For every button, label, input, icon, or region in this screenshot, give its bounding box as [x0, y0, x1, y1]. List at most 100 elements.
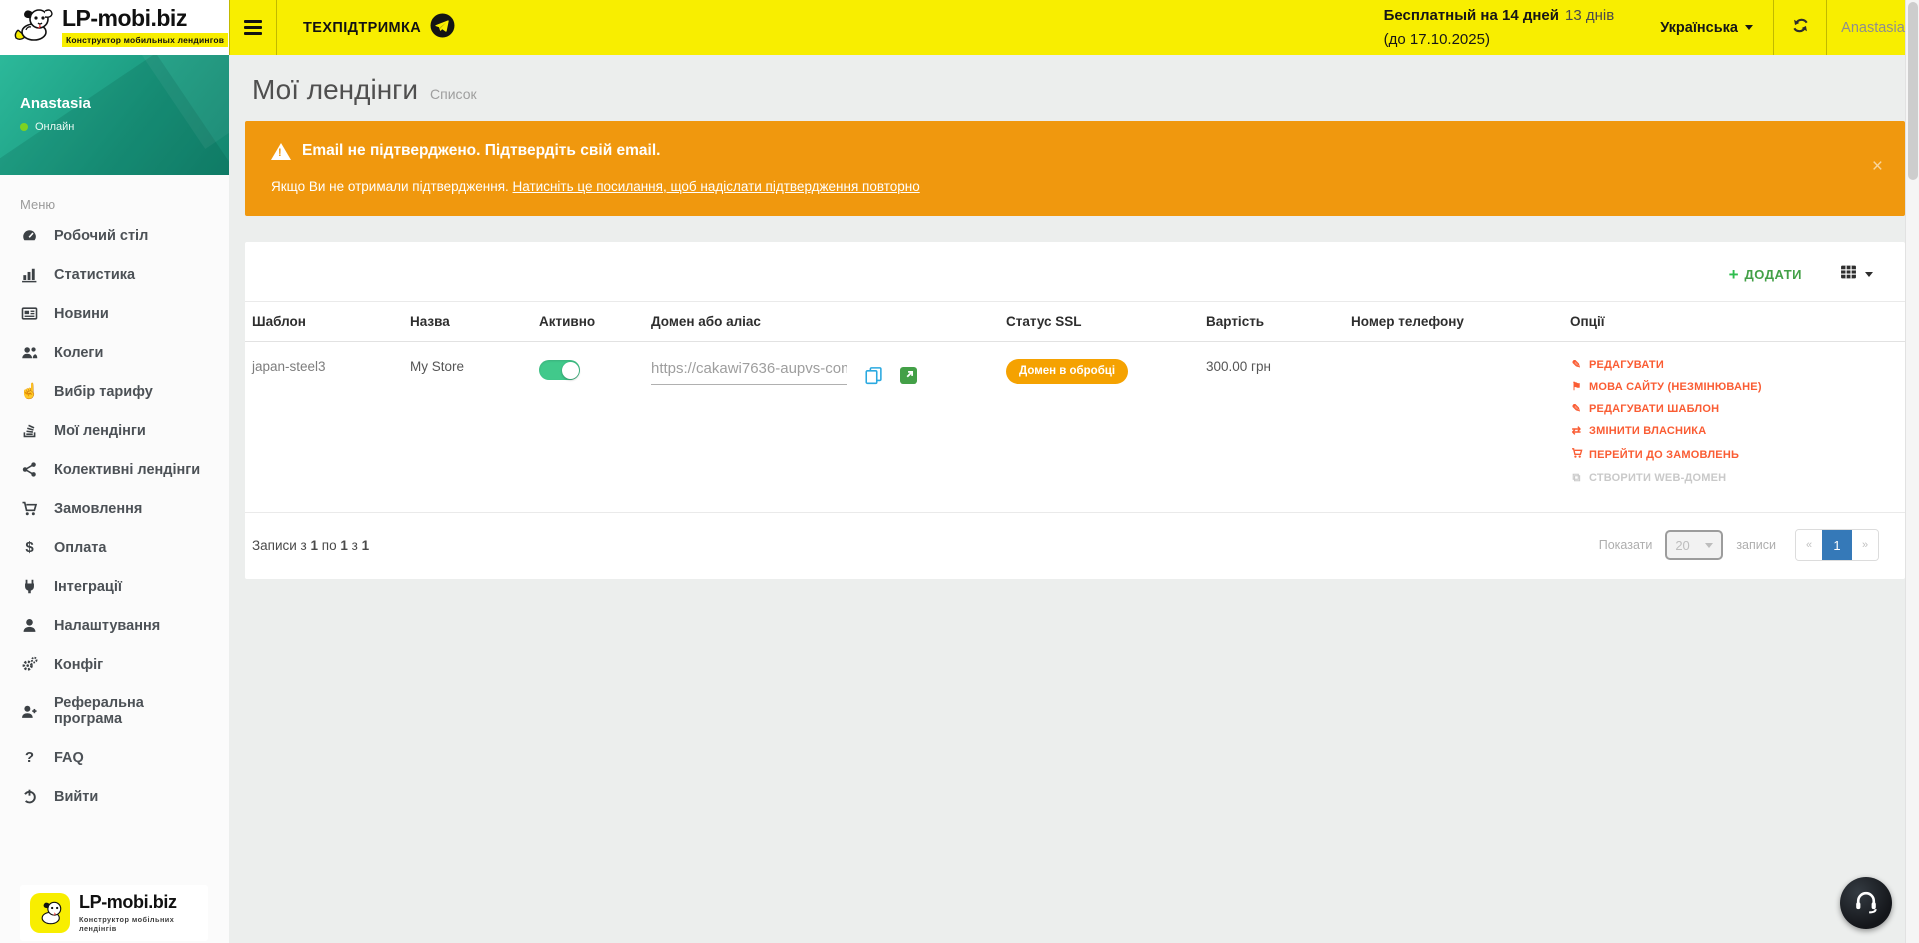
clone-icon: ⧉	[1570, 473, 1583, 484]
close-icon[interactable]: ×	[1872, 157, 1883, 176]
hand-pointer-icon: ☝	[20, 383, 39, 400]
trial-plan-name: Бесплатный на 14 дней	[1384, 7, 1559, 24]
footer-brand-tagline: Конструктор мобільних лендінгів	[79, 915, 198, 933]
external-link-icon[interactable]	[900, 367, 917, 384]
telegram-icon	[430, 13, 455, 42]
menu-section-label: Меню	[20, 197, 229, 212]
active-toggle[interactable]	[539, 360, 580, 380]
landings-table-card: + ДОДАТИ Шаблон Назва Активно Домен або …	[245, 242, 1905, 579]
column-header: Опції	[1570, 314, 1905, 329]
add-landing-button[interactable]: + ДОДАТИ	[1729, 266, 1802, 283]
table-header-row: Шаблон Назва Активно Домен або аліас Ста…	[245, 301, 1905, 342]
sidebar-toggle-button[interactable]	[230, 0, 276, 55]
refresh-icon	[1791, 16, 1810, 40]
column-header: Назва	[410, 314, 539, 329]
sidebar-item-settings[interactable]: Налаштування	[0, 606, 229, 645]
ssl-status-badge: Домен в обробці	[1006, 359, 1128, 384]
plug-icon	[20, 578, 39, 595]
warning-icon: !	[271, 143, 291, 160]
user-plus-icon	[20, 703, 39, 720]
online-status-dot	[20, 123, 28, 131]
support-chat-button[interactable]	[1840, 877, 1892, 929]
sidebar-item-label: Конфіг	[54, 657, 103, 673]
option-edit-template[interactable]: ✎ РЕДАГУВАТИ ШАБЛОН	[1570, 403, 1905, 415]
cart-icon	[1570, 447, 1583, 462]
option-edit[interactable]: ✎ РЕДАГУВАТИ	[1570, 359, 1905, 371]
users-icon	[20, 344, 39, 361]
user-icon	[20, 617, 39, 634]
sidebar-item-colleagues[interactable]: Колеги	[0, 333, 229, 372]
column-header: Шаблон	[252, 314, 410, 329]
option-change-owner[interactable]: ⇄ ЗМІНИТИ ВЛАСНИКА	[1570, 425, 1905, 437]
online-status-label: Онлайн	[35, 121, 74, 133]
domain-input[interactable]	[651, 359, 847, 385]
cell-name: My Store	[410, 359, 539, 374]
sidebar-item-payment[interactable]: $ Оплата	[0, 528, 229, 567]
page-size-select[interactable]: 20	[1665, 530, 1723, 560]
news-icon	[20, 305, 39, 322]
brand-logo[interactable]: LP-mobi.biz Конструктор мобильных лендин…	[0, 0, 229, 55]
sidebar-item-label: Інтеграції	[54, 579, 122, 595]
username-label: Anastasia	[1841, 20, 1905, 36]
exchange-icon: ⇄	[1570, 426, 1583, 437]
pagination: « 1 »	[1795, 529, 1879, 561]
chevron-down-icon	[1745, 25, 1753, 30]
sidebar-item-referral[interactable]: Реферальна програма	[0, 684, 229, 738]
sidebar-item-faq[interactable]: ? FAQ	[0, 738, 229, 777]
sidebar-item-statistics[interactable]: Статистика	[0, 255, 229, 294]
option-go-to-orders[interactable]: ПЕРЕЙТИ ДО ЗАМОВЛЕНЬ	[1570, 447, 1905, 462]
option-site-language[interactable]: ⚑ МОВА САЙТУ (НЕЗМІНЮВАНЕ)	[1570, 381, 1905, 393]
share-icon	[20, 461, 39, 478]
current-page-button[interactable]: 1	[1822, 530, 1852, 560]
next-page-button[interactable]: »	[1852, 530, 1878, 560]
prev-page-button[interactable]: «	[1796, 530, 1822, 560]
hamburger-icon	[244, 20, 262, 35]
tech-support-link[interactable]: ТЕХПІДТРИМКА	[277, 0, 481, 55]
refresh-button[interactable]	[1774, 0, 1826, 55]
sidebar-item-logout[interactable]: Вийти	[0, 777, 229, 816]
table-row: japan-steel3 My Store Домен в обробці	[245, 342, 1905, 513]
profile-name: Anastasia	[20, 95, 91, 112]
sidebar-item-integrations[interactable]: Інтеграції	[0, 567, 229, 606]
brand-tagline: Конструктор мобильных лендингов	[62, 33, 228, 47]
copy-icon[interactable]	[864, 366, 883, 385]
top-bar: LP-mobi.biz Конструктор мобильных лендин…	[0, 0, 1919, 55]
tech-support-label: ТЕХПІДТРИМКА	[303, 20, 421, 36]
gears-icon	[20, 656, 39, 673]
sidebar-item-my-landings[interactable]: Мої лендінги	[0, 411, 229, 450]
records-label: записи	[1736, 538, 1776, 552]
page-title: Мої лендінги	[252, 74, 418, 106]
sidebar-item-label: Статистика	[54, 267, 135, 283]
sidebar: Anastasia Онлайн Меню Робочий стіл Стати…	[0, 55, 229, 943]
sidebar-item-collective-landings[interactable]: Колективні лендінги	[0, 450, 229, 489]
sidebar-item-label: Колективні лендінги	[54, 462, 200, 478]
scrollbar-thumb[interactable]	[1908, 2, 1918, 180]
vertical-scrollbar[interactable]	[1905, 0, 1919, 943]
table-footer: Записи з 1 по 1 з 1 Показати 20 записи «…	[245, 513, 1905, 579]
sidebar-item-label: Новини	[54, 306, 109, 322]
dashboard-icon	[20, 227, 39, 244]
sidebar-item-orders[interactable]: Замовлення	[0, 489, 229, 528]
question-icon: ?	[20, 749, 39, 766]
sidebar-item-config[interactable]: Конфіг	[0, 645, 229, 684]
chevron-down-icon	[1865, 272, 1873, 277]
sidebar-item-tariff[interactable]: ☝ Вибір тарифу	[0, 372, 229, 411]
edit-icon: ✎	[1570, 404, 1583, 415]
stack-icon	[20, 422, 39, 439]
sidebar-item-desktop[interactable]: Робочий стіл	[0, 216, 229, 255]
brand-name: LP-mobi.biz	[62, 7, 228, 30]
sidebar-item-label: FAQ	[54, 750, 84, 766]
sidebar-item-label: Колеги	[54, 345, 103, 361]
table-grid-icon	[1840, 264, 1857, 285]
sidebar-footer-logo[interactable]: LP-mobi.biz Конструктор мобільних лендін…	[20, 885, 208, 941]
main-content: Мої лендінги Список ! Email не підтвердж…	[229, 55, 1905, 943]
language-selector[interactable]: Українська	[1640, 0, 1773, 55]
column-header: Вартість	[1206, 314, 1351, 329]
trial-plan-info: Бесплатный на 14 дней13 днів (до 17.10.2…	[1384, 4, 1615, 51]
sidebar-item-news[interactable]: Новини	[0, 294, 229, 333]
statistics-icon	[20, 266, 39, 283]
columns-dropdown-button[interactable]	[1840, 264, 1873, 285]
profile-status: Онлайн	[20, 121, 74, 133]
resend-confirmation-link[interactable]: Натисніть це посилання, щоб надіслати пі…	[513, 179, 920, 194]
column-header: Номер телефону	[1351, 314, 1570, 329]
